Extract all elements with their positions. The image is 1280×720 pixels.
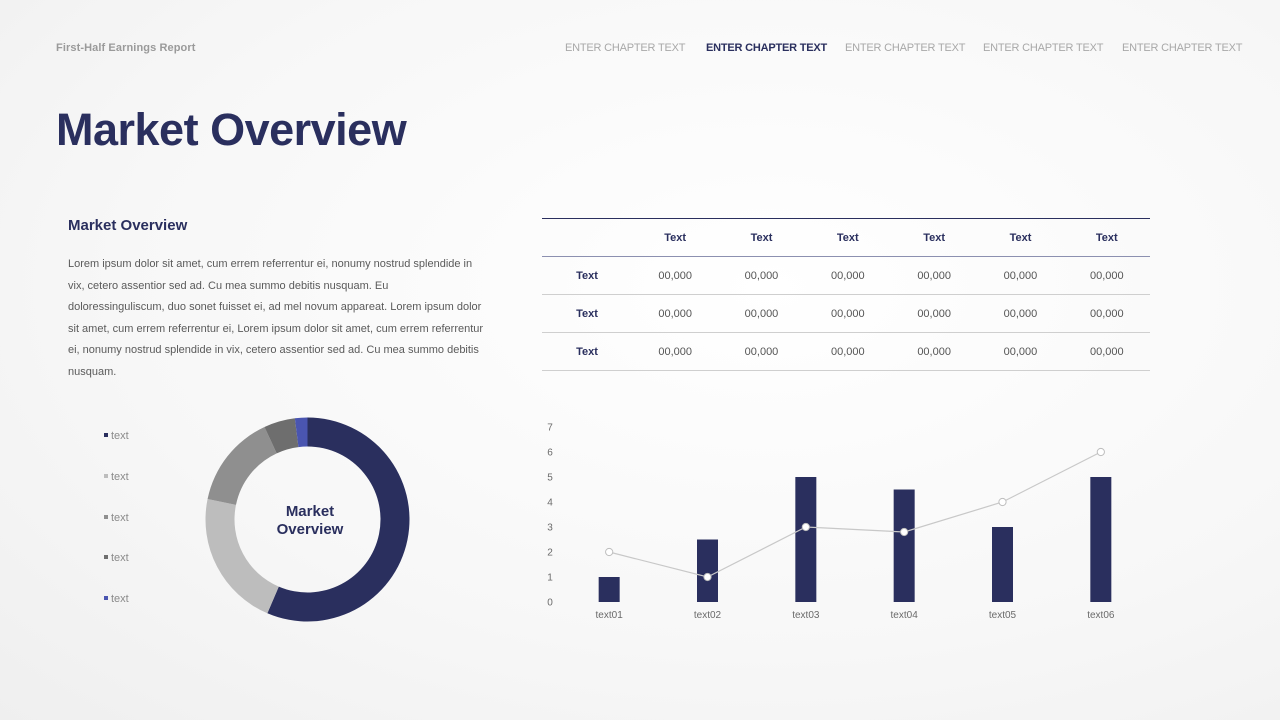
- y-tick-label: 3: [547, 523, 553, 534]
- combo-chart: 0 1 2 3 4 5 6 7 text01 text02 text03 text04 text05 t…: [547, 423, 1115, 622]
- table-row-header: Text: [542, 332, 632, 371]
- donut-center-label-line2: Overview: [277, 521, 344, 538]
- legend-label: text: [111, 593, 129, 605]
- table-header-row: Text Text Text Text Text Text: [542, 218, 1150, 257]
- legend-label: text: [111, 471, 129, 483]
- donut-slice: [205, 499, 279, 614]
- legend-label: text: [111, 430, 129, 442]
- legend-swatch: [104, 515, 108, 520]
- legend-swatch: [104, 596, 108, 601]
- donut-chart: Market Overview: [205, 417, 410, 622]
- table-row-header: Text: [542, 294, 632, 333]
- bar: [795, 477, 817, 602]
- donut-center-label-line1: Market: [286, 503, 334, 520]
- y-tick-label: 0: [547, 598, 553, 609]
- table-cell: 00,000: [1063, 294, 1150, 333]
- x-tick-label: text04: [891, 610, 919, 621]
- line-point: [605, 547, 614, 557]
- legend-item: text: [104, 552, 129, 564]
- bar: [598, 577, 620, 602]
- table-header-cell: Text: [1063, 218, 1150, 257]
- table-header-cell: Text: [718, 218, 805, 257]
- table-row: Text 00,000 00,000 00,000 00,000 00,000 …: [542, 332, 1150, 371]
- y-tick-label: 2: [547, 548, 553, 559]
- chapter-tab-5[interactable]: ENTER CHAPTER TEXT: [1122, 42, 1242, 54]
- table-cell: 00,000: [804, 332, 891, 371]
- table-cell: 00,000: [890, 256, 978, 295]
- body-paragraph: Lorem ipsum dolor sit amet, cum errem re…: [68, 258, 484, 378]
- chapter-tab-4[interactable]: ENTER CHAPTER TEXT: [983, 42, 1103, 54]
- table-cell: 00,000: [718, 332, 805, 371]
- line-point: [900, 527, 909, 537]
- data-table: Text Text Text Text Text Text Text 00,00…: [542, 218, 1150, 371]
- legend-swatch: [104, 433, 108, 438]
- section-heading: Market Overview: [68, 217, 188, 234]
- table-cell: 00,000: [977, 332, 1064, 371]
- x-tick-label: text01: [596, 610, 624, 621]
- chapter-tab-2[interactable]: ENTER CHAPTER TEXT: [706, 42, 827, 54]
- table-cell: 00,000: [632, 294, 719, 333]
- x-tick-label: text06: [1087, 610, 1115, 621]
- legend-swatch: [104, 474, 108, 479]
- table-header-cell: Text: [977, 218, 1064, 257]
- line-point: [703, 572, 712, 582]
- table-cell: 00,000: [632, 332, 719, 371]
- line-series: [609, 451, 1102, 578]
- donut-slice: [207, 427, 277, 505]
- y-tick-label: 5: [547, 473, 553, 484]
- table-header-cell: Text: [890, 218, 978, 257]
- table-header-cell: [542, 218, 632, 257]
- table-header-cell: Text: [632, 218, 719, 257]
- chapter-nav: ENTER CHAPTER TEXT ENTER CHAPTER TEXT EN…: [560, 42, 1250, 58]
- table-cell: 00,000: [632, 256, 719, 295]
- page-title: Market Overview: [56, 104, 407, 155]
- legend-item: text: [104, 430, 129, 442]
- y-tick-label: 4: [547, 498, 553, 509]
- bar: [1090, 477, 1112, 602]
- line-point: [801, 522, 810, 532]
- chapter-tab-1[interactable]: ENTER CHAPTER TEXT: [565, 42, 685, 54]
- legend-swatch: [104, 555, 108, 560]
- table-cell: 00,000: [1063, 256, 1150, 295]
- bar: [697, 539, 718, 602]
- legend-label: text: [111, 512, 129, 524]
- table-row: Text 00,000 00,000 00,000 00,000 00,000 …: [542, 294, 1150, 333]
- y-tick-label: 6: [547, 448, 553, 459]
- table-cell: 00,000: [718, 256, 805, 295]
- legend-item: text: [104, 512, 129, 524]
- table-cell: 00,000: [804, 294, 891, 333]
- chapter-tab-3[interactable]: ENTER CHAPTER TEXT: [845, 42, 965, 54]
- line-point: [998, 497, 1007, 507]
- table-cell: 00,000: [890, 294, 978, 333]
- table-row-header: Text: [542, 256, 632, 295]
- table-row: Text 00,000 00,000 00,000 00,000 00,000 …: [542, 256, 1150, 295]
- legend-label: text: [111, 552, 129, 564]
- line-point: [1096, 447, 1105, 457]
- legend-item: text: [104, 593, 129, 605]
- legend-item: text: [104, 471, 129, 483]
- bar: [893, 489, 915, 602]
- table-cell: 00,000: [977, 294, 1064, 333]
- bar: [992, 527, 1013, 602]
- table-cell: 00,000: [890, 332, 978, 371]
- table-cell: 00,000: [977, 256, 1064, 295]
- table-cell: 00,000: [804, 256, 891, 295]
- x-tick-label: text03: [792, 610, 820, 621]
- x-tick-label: text05: [989, 610, 1017, 621]
- table-header-cell: Text: [804, 218, 891, 257]
- table-cell: 00,000: [1063, 332, 1150, 371]
- x-tick-label: text02: [694, 610, 722, 621]
- table-cell: 00,000: [718, 294, 805, 333]
- y-tick-label: 7: [547, 423, 553, 434]
- report-title: First-Half Earnings Report: [56, 42, 196, 54]
- y-tick-label: 1: [547, 573, 553, 584]
